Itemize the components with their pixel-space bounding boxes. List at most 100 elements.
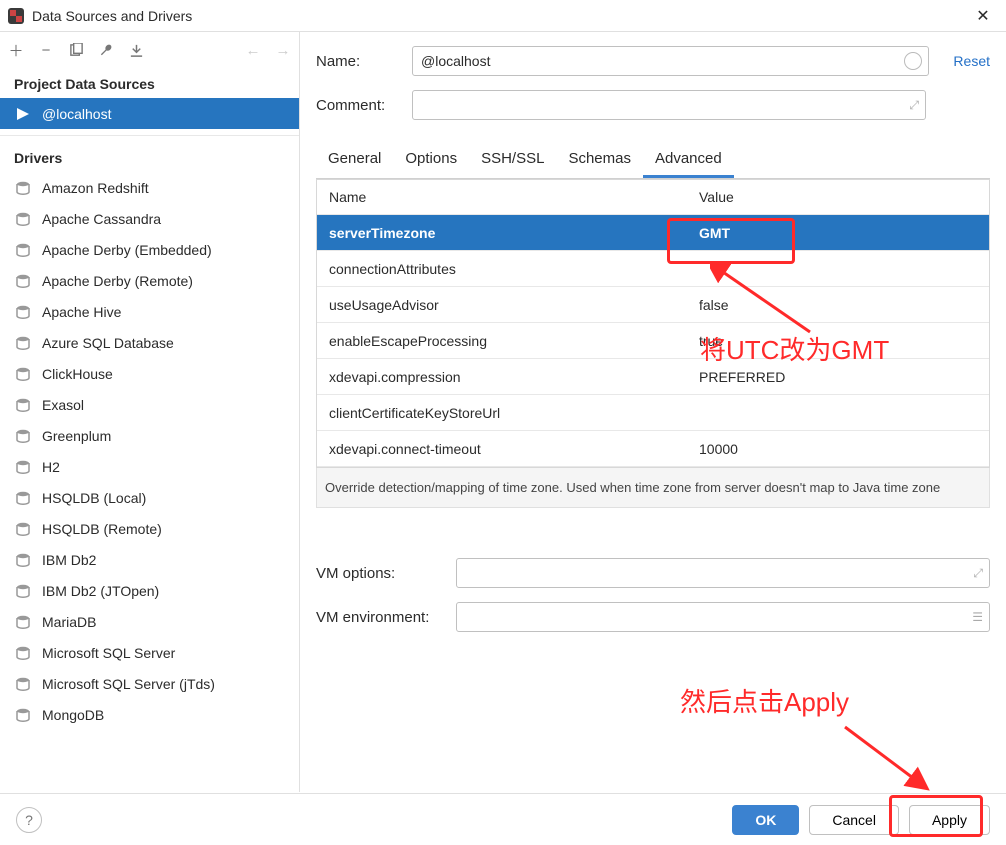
driver-icon <box>14 520 32 538</box>
prop-name: xdevapi.connect-timeout <box>317 441 687 457</box>
datasource-label: @localhost <box>42 106 111 122</box>
driver-label: Greenplum <box>42 428 111 444</box>
driver-item[interactable]: Exasol <box>0 389 299 420</box>
driver-icon <box>14 365 32 383</box>
drivers-list: Amazon Redshift Apache Cassandra Apache De… <box>0 172 299 730</box>
ok-button[interactable]: OK <box>732 805 799 835</box>
cancel-button[interactable]: Cancel <box>809 805 899 835</box>
driver-item[interactable]: HSQLDB (Local) <box>0 482 299 513</box>
vm-options-label: VM options: <box>316 565 456 582</box>
driver-icon <box>14 644 32 662</box>
tab-options[interactable]: Options <box>393 142 469 178</box>
driver-item[interactable]: Microsoft SQL Server <box>0 637 299 668</box>
prop-value[interactable]: PREFERRED <box>687 369 989 385</box>
tab-sshssl[interactable]: SSH/SSL <box>469 142 556 178</box>
driver-item[interactable]: Microsoft SQL Server (jTds) <box>0 668 299 699</box>
datasource-icon <box>14 105 32 123</box>
table-row[interactable]: clientCertificateKeyStoreUrl <box>317 395 989 431</box>
driver-label: Microsoft SQL Server <box>42 645 175 661</box>
close-icon[interactable]: ✕ <box>968 6 998 26</box>
table-row[interactable]: xdevapi.compressionPREFERRED <box>317 359 989 395</box>
content-pane: Name: @localhost Reset Comment: ⤢ Genera… <box>300 32 1006 792</box>
driver-item[interactable]: Apache Derby (Embedded) <box>0 234 299 265</box>
driver-label: IBM Db2 <box>42 552 96 568</box>
prop-name: connectionAttributes <box>317 261 687 277</box>
driver-label: HSQLDB (Remote) <box>42 521 162 537</box>
driver-label: Amazon Redshift <box>42 180 149 196</box>
remove-icon[interactable]: − <box>38 42 54 58</box>
driver-item[interactable]: MariaDB <box>0 606 299 637</box>
help-icon[interactable]: ? <box>16 807 42 833</box>
table-row[interactable]: serverTimezoneGMT <box>317 215 989 251</box>
add-icon[interactable]: ＋ <box>8 42 24 58</box>
driver-item[interactable]: IBM Db2 (JTOpen) <box>0 575 299 606</box>
comment-input[interactable]: ⤢ <box>412 90 926 120</box>
table-row[interactable]: xdevapi.connect-timeout10000 <box>317 431 989 467</box>
back-icon[interactable]: ← <box>245 42 261 58</box>
driver-item[interactable]: Apache Hive <box>0 296 299 327</box>
color-icon[interactable] <box>904 52 922 70</box>
driver-label: MongoDB <box>42 707 104 723</box>
driver-icon <box>14 396 32 414</box>
table-row[interactable]: connectionAttributes <box>317 251 989 287</box>
driver-item[interactable]: Apache Cassandra <box>0 203 299 234</box>
driver-item[interactable]: Amazon Redshift <box>0 172 299 203</box>
comment-label: Comment: <box>316 97 412 114</box>
datasource-item[interactable]: @localhost <box>0 98 299 129</box>
app-icon <box>8 8 24 24</box>
forward-icon[interactable]: → <box>275 42 291 58</box>
prop-name: enableEscapeProcessing <box>317 333 687 349</box>
prop-name: xdevapi.compression <box>317 369 687 385</box>
driver-label: Exasol <box>42 397 84 413</box>
table-row[interactable]: useUsageAdvisorfalse <box>317 287 989 323</box>
driver-label: MariaDB <box>42 614 96 630</box>
hint-text: Override detection/mapping of time zone.… <box>316 468 990 508</box>
section-drivers: Drivers <box>0 142 299 172</box>
vm-env-label: VM environment: <box>316 609 456 626</box>
tab-general[interactable]: General <box>316 142 393 178</box>
list-icon[interactable]: ☰ <box>972 610 983 624</box>
driver-icon <box>14 179 32 197</box>
driver-item[interactable]: MongoDB <box>0 699 299 730</box>
driver-label: H2 <box>42 459 60 475</box>
name-input[interactable]: @localhost <box>412 46 929 76</box>
table-row[interactable]: enableEscapeProcessingtrue <box>317 323 989 359</box>
dialog-footer: ? OK Cancel Apply <box>0 793 1006 845</box>
tab-schemas[interactable]: Schemas <box>556 142 643 178</box>
prop-value[interactable]: true <box>687 333 989 349</box>
driver-item[interactable]: HSQLDB (Remote) <box>0 513 299 544</box>
driver-icon <box>14 458 32 476</box>
vm-options-input[interactable]: ⤢ <box>456 558 990 588</box>
driver-icon <box>14 551 32 569</box>
driver-item[interactable]: IBM Db2 <box>0 544 299 575</box>
driver-label: Apache Hive <box>42 304 121 320</box>
prop-name: useUsageAdvisor <box>317 297 687 313</box>
driver-item[interactable]: Apache Derby (Remote) <box>0 265 299 296</box>
prop-value[interactable]: GMT <box>687 225 989 241</box>
driver-item[interactable]: ClickHouse <box>0 358 299 389</box>
driver-label: IBM Db2 (JTOpen) <box>42 583 159 599</box>
copy-icon[interactable] <box>68 42 84 58</box>
prop-value[interactable]: 10000 <box>687 441 989 457</box>
wrench-icon[interactable] <box>98 42 114 58</box>
driver-icon <box>14 582 32 600</box>
import-icon[interactable] <box>128 42 144 58</box>
reset-link[interactable]: Reset <box>953 53 990 69</box>
expand-icon[interactable]: ⤢ <box>909 98 919 113</box>
prop-value[interactable]: false <box>687 297 989 313</box>
driver-item[interactable]: H2 <box>0 451 299 482</box>
driver-icon <box>14 272 32 290</box>
properties-table: Name Value serverTimezoneGMTconnectionAt… <box>316 179 990 468</box>
driver-icon <box>14 613 32 631</box>
expand-icon[interactable]: ⤢ <box>973 566 983 581</box>
prop-name: clientCertificateKeyStoreUrl <box>317 405 687 421</box>
driver-label: Azure SQL Database <box>42 335 174 351</box>
tab-advanced[interactable]: Advanced <box>643 142 734 178</box>
vm-env-input[interactable]: ☰ <box>456 602 990 632</box>
driver-label: Apache Derby (Embedded) <box>42 242 212 258</box>
driver-item[interactable]: Azure SQL Database <box>0 327 299 358</box>
apply-button[interactable]: Apply <box>909 805 990 835</box>
driver-item[interactable]: Greenplum <box>0 420 299 451</box>
tabs: General Options SSH/SSL Schemas Advanced <box>316 142 990 179</box>
driver-icon <box>14 706 32 724</box>
